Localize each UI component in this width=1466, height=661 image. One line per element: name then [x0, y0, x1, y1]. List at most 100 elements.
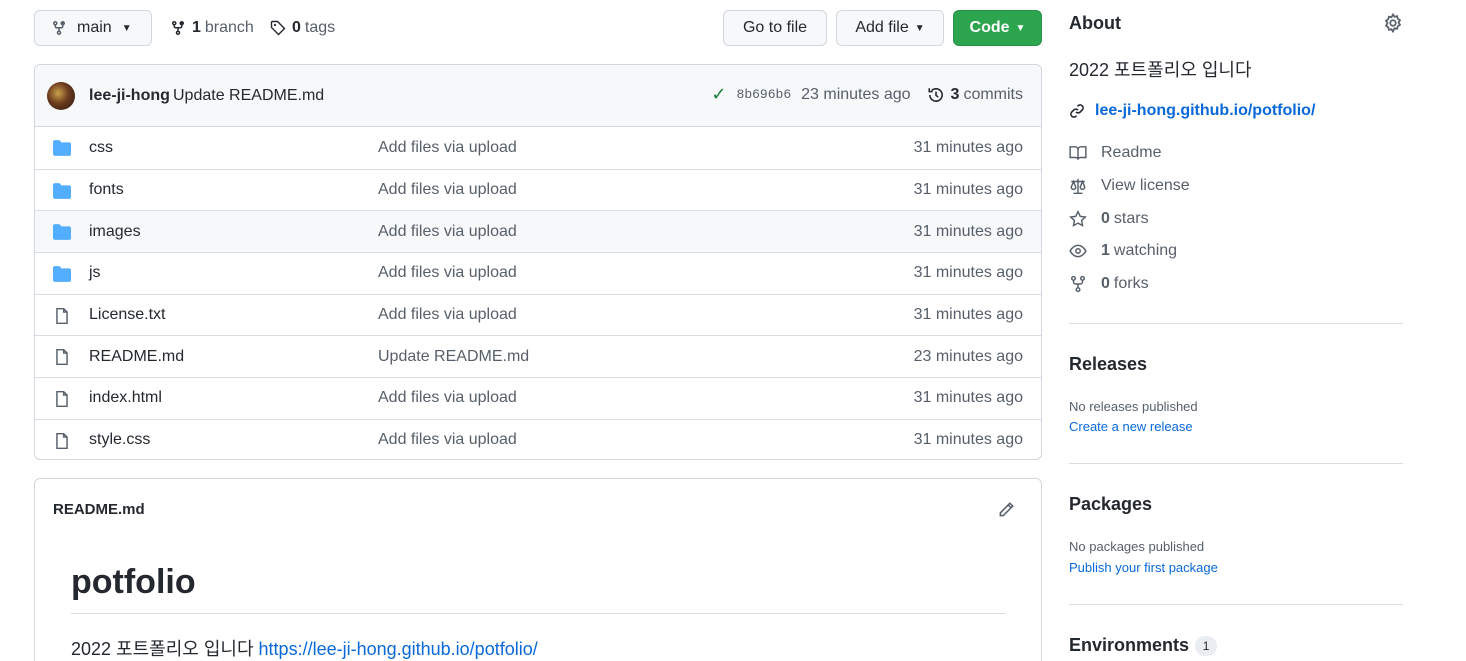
stars-link-item[interactable]: 0 stars [1069, 210, 1149, 228]
file-icon [56, 432, 68, 449]
file-commit-message[interactable]: Update README.md [378, 348, 529, 366]
chevron-down-icon: ▼ [1015, 22, 1026, 34]
license-link-item[interactable]: View license [1069, 177, 1190, 195]
git-branch-icon [53, 21, 65, 36]
branch-select-button[interactable]: main ▼ [34, 10, 152, 46]
environments-heading[interactable]: Environments 1 [1069, 635, 1218, 657]
star-icon [1069, 210, 1087, 227]
divider [1069, 323, 1403, 324]
tags-link[interactable]: 0 tags [270, 10, 335, 46]
file-name-link[interactable]: License.txt [89, 306, 165, 324]
repo-forked-icon [1070, 275, 1086, 293]
file-commit-message[interactable]: Add files via upload [378, 306, 517, 324]
readme-text: 2022 포트폴리오 입니다 [71, 639, 254, 659]
file-name-link[interactable]: css [89, 139, 113, 157]
file-name-link[interactable]: README.md [89, 348, 184, 366]
file-icon [56, 391, 68, 408]
packages-empty-text: No packages published [1069, 539, 1205, 554]
file-row[interactable]: README.md Update README.md 23 minutes ago [35, 335, 1041, 377]
forks-count: 0 [1101, 275, 1110, 292]
readme-link-item[interactable]: Readme [1069, 144, 1161, 162]
file-row[interactable]: style.css Add files via upload 31 minutes … [35, 418, 1041, 459]
readme-paragraph: 2022 포트폴리오 입니다 https://lee-ji-hong.githu… [71, 635, 538, 661]
code-label: Code [969, 19, 1010, 36]
folder-icon [53, 266, 71, 282]
readme-title: potfolio [71, 563, 196, 601]
file-name-link[interactable]: style.css [89, 431, 150, 449]
commit-sha[interactable]: 8b696b6 [737, 87, 792, 102]
file-commit-message[interactable]: Add files via upload [378, 389, 517, 407]
file-name-link[interactable]: js [89, 264, 101, 282]
divider [71, 613, 1005, 614]
commit-meta: ✓ 8b696b6 23 minutes ago 3 commits [711, 84, 1023, 105]
about-description: 2022 포트폴리오 입니다 [1069, 60, 1252, 80]
license-label: View license [1101, 177, 1190, 194]
gear-icon[interactable] [1383, 13, 1403, 33]
create-release-link[interactable]: Create a new release [1069, 419, 1193, 434]
file-list: lee-ji-hong Update README.md ✓ 8b696b6 2… [34, 64, 1042, 460]
file-row[interactable]: License.txt Add files via upload 31 minute… [35, 293, 1041, 336]
readme-filename[interactable]: README.md [53, 501, 145, 518]
code-button[interactable]: Code ▼ [953, 10, 1042, 46]
releases-empty-text: No releases published [1069, 399, 1198, 414]
divider [1069, 604, 1403, 605]
website-url: lee-ji-hong.github.io/potfolio/ [1095, 102, 1316, 119]
file-commit-message[interactable]: Add files via upload [378, 223, 517, 241]
forks-label: forks [1113, 275, 1149, 292]
divider [1069, 463, 1403, 464]
releases-heading[interactable]: Releases [1069, 354, 1147, 375]
file-row[interactable]: index.html Add files via upload 31 minutes… [35, 377, 1041, 419]
git-branch-icon [172, 21, 184, 36]
branches-count: 1 [192, 19, 201, 36]
watching-link-item[interactable]: 1 watching [1069, 242, 1177, 260]
commit-message[interactable]: Update README.md [173, 87, 324, 105]
law-icon [1070, 178, 1086, 195]
file-commit-message[interactable]: Add files via upload [378, 181, 517, 199]
commit-time: 23 minutes ago [801, 85, 911, 103]
check-icon[interactable]: ✓ [711, 84, 726, 105]
add-file-button[interactable]: Add file ▼ [836, 10, 944, 46]
file-commit-message[interactable]: Add files via upload [378, 139, 517, 157]
file-age: 31 minutes ago [913, 138, 1023, 156]
file-age: 23 minutes ago [913, 347, 1023, 365]
readme-label: Readme [1101, 144, 1162, 161]
file-name-link[interactable]: images [89, 223, 141, 241]
tags-count: 0 [292, 19, 301, 36]
folder-icon [53, 224, 71, 241]
commits-label: commits [963, 85, 1023, 103]
file-name-link[interactable]: fonts [89, 181, 124, 199]
file-commit-message[interactable]: Add files via upload [378, 431, 517, 449]
file-commit-message[interactable]: Add files via upload [378, 264, 517, 282]
file-age: 31 minutes ago [913, 222, 1023, 240]
chevron-down-icon: ▼ [914, 22, 925, 34]
file-row[interactable]: js Add files via upload 31 minutes ago [35, 252, 1041, 294]
go-to-file-label: Go to file [742, 19, 808, 36]
packages-heading[interactable]: Packages [1069, 494, 1152, 515]
environments-count: 1 [1195, 636, 1218, 657]
file-row[interactable]: fonts Add files via upload 31 minutes ago [35, 168, 1041, 211]
file-icon [56, 307, 68, 324]
file-age: 31 minutes ago [913, 264, 1023, 282]
commits-link[interactable]: 3 commits [927, 86, 1023, 104]
repo-toolbar: main ▼ 1 branch 0 tags Go to file Add fi… [34, 10, 1042, 46]
avatar[interactable] [47, 82, 75, 110]
stars-label: stars [1113, 210, 1149, 227]
branches-link[interactable]: 1 branch [170, 10, 254, 46]
add-file-label: Add file [855, 19, 909, 36]
commit-author[interactable]: lee-ji-hong [89, 87, 170, 105]
pencil-icon[interactable] [997, 501, 1015, 519]
readme-link[interactable]: https://lee-ji-hong.github.io/potfolio/ [259, 639, 538, 659]
tag-icon [270, 20, 286, 36]
file-name-link[interactable]: index.html [89, 389, 162, 407]
watching-label: watching [1113, 242, 1178, 259]
file-row[interactable]: css Add files via upload 31 minutes ago [35, 127, 1041, 169]
file-age: 31 minutes ago [913, 181, 1023, 199]
website-link[interactable]: lee-ji-hong.github.io/potfolio/ [1069, 102, 1315, 120]
forks-link-item[interactable]: 0 forks [1069, 275, 1149, 293]
file-row[interactable]: images Add files via upload 31 minutes ago [35, 210, 1041, 253]
readme-box: README.md potfolio 2022 포트폴리오 입니다 https:… [34, 478, 1042, 661]
go-to-file-button[interactable]: Go to file [723, 10, 827, 46]
file-age: 31 minutes ago [913, 306, 1023, 324]
book-icon [1069, 146, 1087, 160]
publish-package-link[interactable]: Publish your first package [1069, 560, 1218, 575]
